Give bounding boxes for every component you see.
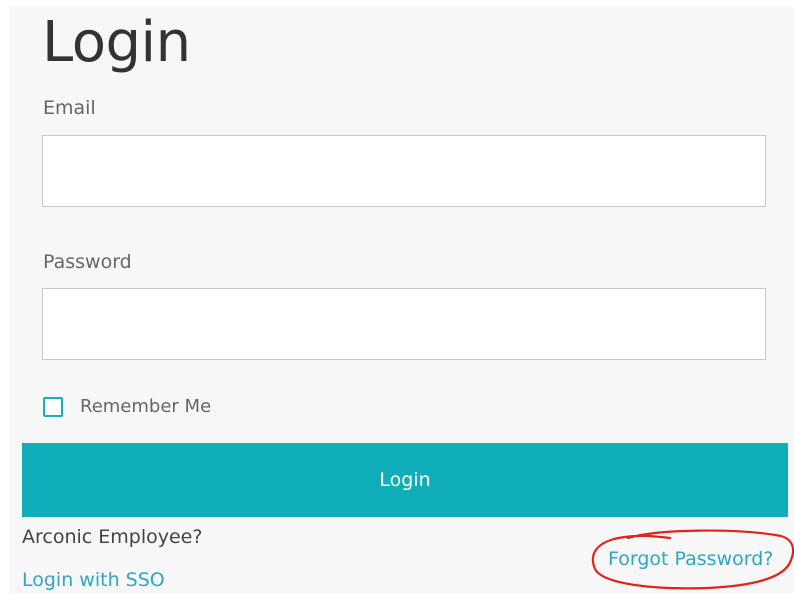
password-label: Password [43,251,132,273]
page-title: Login [42,10,191,75]
login-button[interactable]: Login [22,443,788,517]
annotation-stroke [591,529,794,590]
remember-me-label[interactable]: Remember Me [80,395,211,419]
login-button-label: Login [379,469,431,491]
email-label: Email [43,97,96,119]
red-circle-annotation [591,529,794,590]
remember-me-checkbox[interactable] [43,397,63,417]
email-field[interactable] [42,135,766,207]
password-field[interactable] [42,288,766,360]
login-with-sso-link[interactable]: Login with SSO [22,567,165,593]
employee-prompt: Arconic Employee? [22,526,203,548]
